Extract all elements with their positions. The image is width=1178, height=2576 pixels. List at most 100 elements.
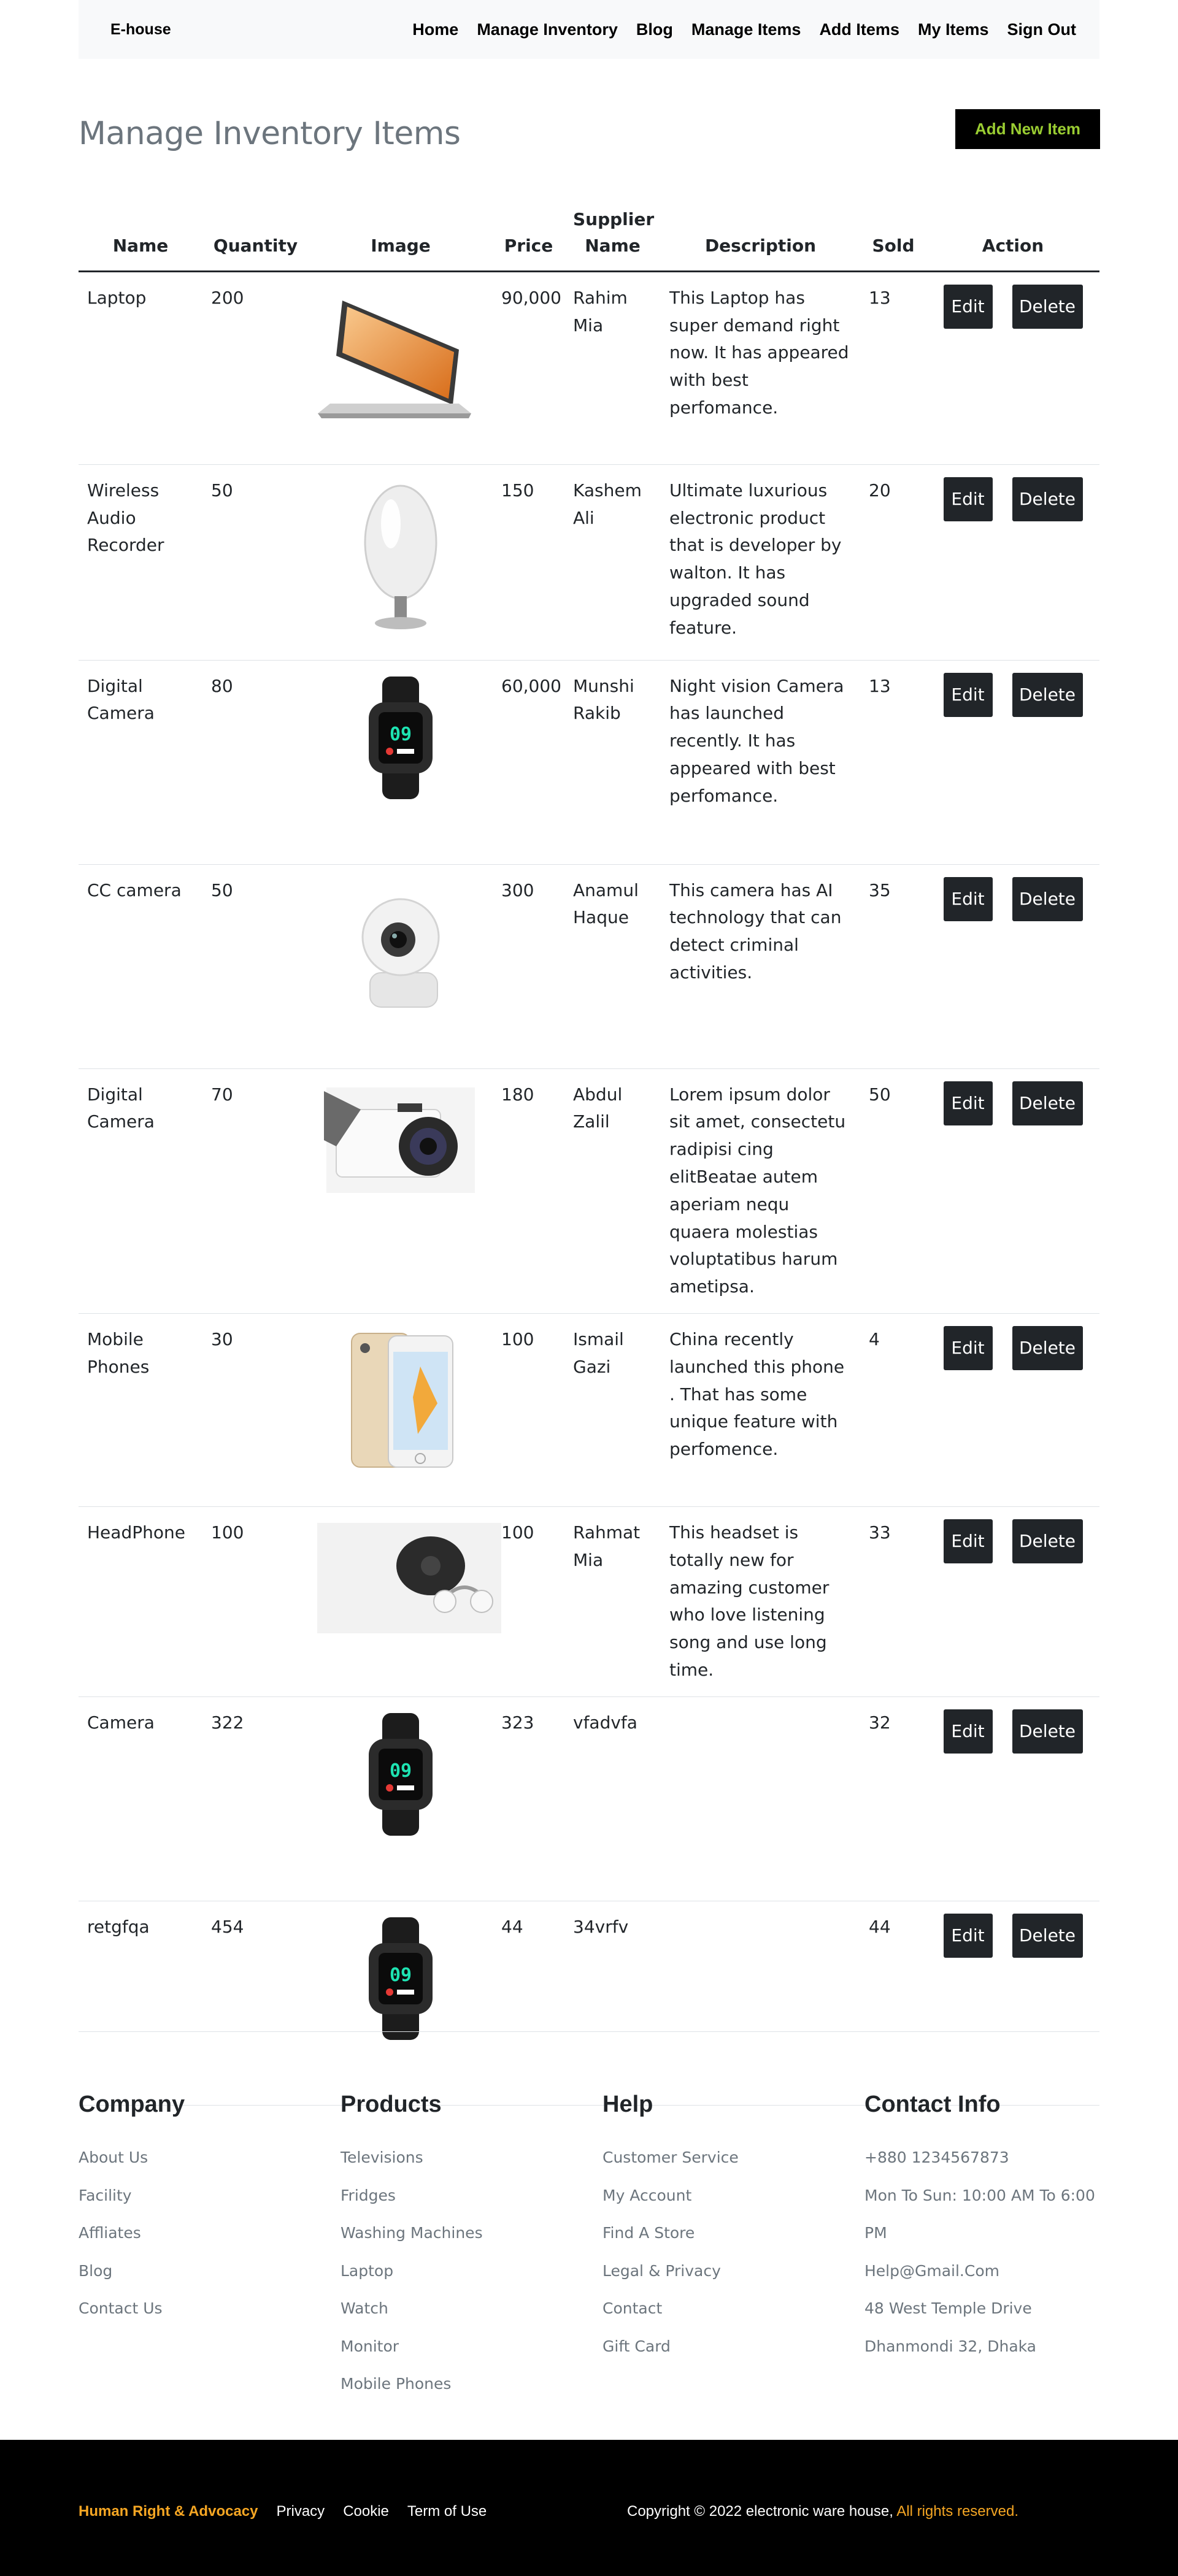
footer-link-contact-us[interactable]: Contact Us bbox=[79, 2290, 185, 2328]
bottom-brand[interactable]: Human Right & Advocacy bbox=[79, 2503, 258, 2520]
brand-logo[interactable]: E-house bbox=[110, 21, 171, 39]
cell-price: 90,000 bbox=[493, 271, 564, 465]
copyright: Copyright © 2022 electronic ware house, … bbox=[627, 2503, 1018, 2520]
cell-image: 09 bbox=[309, 660, 493, 865]
footer-link-mobile-phones[interactable]: Mobile Phones bbox=[341, 2365, 483, 2403]
smartwatch-image: 09 bbox=[352, 1712, 450, 1844]
cell-sold: 4 bbox=[860, 1313, 926, 1507]
delete-button[interactable]: Delete bbox=[1012, 1325, 1083, 1370]
inventory-table: Name Quantity Image Price Supplier Name … bbox=[79, 206, 1099, 2106]
cell-action: Edit Delete bbox=[926, 1313, 1099, 1507]
delete-button[interactable]: Delete bbox=[1012, 284, 1083, 329]
contact-email: Help@Gmail.Com bbox=[864, 2261, 999, 2280]
footer-contact-title: Contact Info bbox=[864, 2091, 1001, 2117]
cell-action: Edit Delete bbox=[926, 1901, 1099, 2106]
footer-link-televisions[interactable]: Televisions bbox=[341, 2139, 483, 2177]
footer-link-find-store[interactable]: Find A Store bbox=[602, 2214, 739, 2252]
table-row: Mobile Phones 30 100 Ismail Gazi China recen… bbox=[79, 1313, 1099, 1507]
nav-link-blog[interactable]: Blog bbox=[636, 20, 673, 39]
cell-supplier: Rahim Mia bbox=[564, 271, 661, 465]
bottom-link-terms[interactable]: Term of Use bbox=[407, 2503, 487, 2520]
footer-link-facility[interactable]: Facility bbox=[79, 2177, 185, 2215]
laptop-image bbox=[318, 288, 483, 432]
header-image: Image bbox=[309, 206, 493, 272]
delete-button[interactable]: Delete bbox=[1012, 1913, 1083, 1958]
delete-button[interactable]: Delete bbox=[1012, 1081, 1083, 1125]
footer-link-fridges[interactable]: Fridges bbox=[341, 2177, 483, 2215]
edit-button[interactable]: Edit bbox=[943, 672, 993, 717]
footer-link-my-account[interactable]: My Account bbox=[602, 2177, 739, 2215]
cell-quantity: 50 bbox=[202, 864, 309, 1069]
cell-supplier: Abdul Zalil bbox=[564, 1068, 661, 1314]
table-row: Wireless Audio Recorder 50 150 Kashem Ali Ul… bbox=[79, 464, 1099, 661]
footer-link-legal-privacy[interactable]: Legal & Privacy bbox=[602, 2252, 739, 2290]
table-row: HeadPhone 100 100 Rahmat Mia This headset is… bbox=[79, 1506, 1099, 1697]
edit-button[interactable]: Edit bbox=[943, 477, 993, 521]
cell-image bbox=[309, 864, 493, 1069]
bottom-link-cookie[interactable]: Cookie bbox=[343, 2503, 389, 2520]
smartwatch-image: 09 bbox=[352, 1917, 450, 2049]
delete-button[interactable]: Delete bbox=[1012, 876, 1083, 921]
footer-link-contact[interactable]: Contact bbox=[602, 2290, 739, 2328]
footer-link-affliates[interactable]: Affliates bbox=[79, 2214, 185, 2252]
edit-button[interactable]: Edit bbox=[943, 1325, 993, 1370]
edit-button[interactable]: Edit bbox=[943, 1709, 993, 1754]
footer-products-title: Products bbox=[341, 2091, 442, 2117]
cell-name: Digital Camera bbox=[79, 1068, 202, 1314]
table-row: Digital Camera 70 180 Abdul Zalil Lorem ipsu… bbox=[79, 1068, 1099, 1314]
cell-description: Ultimate luxurious electronic product th… bbox=[661, 464, 860, 661]
cell-action: Edit Delete bbox=[926, 660, 1099, 865]
bottom-bar: Human Right & Advocacy Privacy Cookie Te… bbox=[0, 2440, 1178, 2576]
cell-description: This headset is totally new for amazing … bbox=[661, 1506, 860, 1697]
header-price: Price bbox=[493, 206, 564, 272]
footer-link-watch[interactable]: Watch bbox=[341, 2290, 483, 2328]
delete-button[interactable]: Delete bbox=[1012, 672, 1083, 717]
cell-image bbox=[309, 1506, 501, 1697]
delete-button[interactable]: Delete bbox=[1012, 1709, 1083, 1754]
contact-address-line2: Dhanmondi 32, Dhaka bbox=[864, 2337, 1036, 2355]
footer-link-customer-service[interactable]: Customer Service bbox=[602, 2139, 739, 2177]
bottom-link-privacy[interactable]: Privacy bbox=[277, 2503, 325, 2520]
cell-image bbox=[309, 1313, 493, 1507]
table-row: Digital Camera 80 09 60,000 Munshi Rakib Nigh… bbox=[79, 660, 1099, 865]
nav-link-manage-items[interactable]: Manage Items bbox=[691, 20, 801, 39]
delete-button[interactable]: Delete bbox=[1012, 1519, 1083, 1563]
footer-divider bbox=[79, 2031, 1099, 2032]
cell-sold: 33 bbox=[860, 1506, 926, 1697]
cell-sold: 50 bbox=[860, 1068, 926, 1314]
footer-link-laptop[interactable]: Laptop bbox=[341, 2252, 483, 2290]
nav-link-sign-out[interactable]: Sign Out bbox=[1007, 20, 1076, 39]
edit-button[interactable]: Edit bbox=[943, 1081, 993, 1125]
header-sold: Sold bbox=[860, 206, 926, 272]
nav-link-my-items[interactable]: My Items bbox=[918, 20, 989, 39]
nav-link-add-items[interactable]: Add Items bbox=[819, 20, 899, 39]
cell-description bbox=[661, 1696, 860, 1901]
cell-quantity: 50 bbox=[202, 464, 309, 661]
add-new-item-button[interactable]: Add New Item bbox=[955, 109, 1100, 149]
edit-button[interactable]: Edit bbox=[943, 284, 993, 329]
cell-name: HeadPhone bbox=[79, 1506, 202, 1697]
phone-image bbox=[345, 1330, 456, 1479]
cell-description: Night vision Camera has launched recentl… bbox=[661, 660, 860, 865]
cell-price: 150 bbox=[493, 464, 564, 661]
edit-button[interactable]: Edit bbox=[943, 876, 993, 921]
edit-button[interactable]: Edit bbox=[943, 1519, 993, 1563]
edit-button[interactable]: Edit bbox=[943, 1913, 993, 1958]
cell-image: 09 bbox=[309, 1901, 493, 2106]
nav-link-home[interactable]: Home bbox=[412, 20, 458, 39]
nav-link-manage-inventory[interactable]: Manage Inventory bbox=[477, 20, 618, 39]
action-buttons: Edit Delete bbox=[935, 1081, 1091, 1125]
footer-link-washing-machines[interactable]: Washing Machines bbox=[341, 2214, 483, 2252]
cell-quantity: 70 bbox=[202, 1068, 309, 1314]
footer-link-blog[interactable]: Blog bbox=[79, 2252, 185, 2290]
cell-quantity: 454 bbox=[202, 1901, 309, 2106]
footer-link-gift-card[interactable]: Gift Card bbox=[602, 2328, 739, 2366]
delete-button[interactable]: Delete bbox=[1012, 477, 1083, 521]
cell-sold: 35 bbox=[860, 864, 926, 1069]
footer-link-about[interactable]: About Us bbox=[79, 2139, 185, 2177]
footer-link-monitor[interactable]: Monitor bbox=[341, 2328, 483, 2366]
action-buttons: Edit Delete bbox=[935, 1325, 1091, 1370]
cctv-camera-image bbox=[352, 881, 450, 1024]
contact-phone: +880 1234567873 bbox=[864, 2149, 1009, 2166]
contact-hours: Mon To Sun: 10:00 AM To 6:00 bbox=[864, 2186, 1095, 2204]
